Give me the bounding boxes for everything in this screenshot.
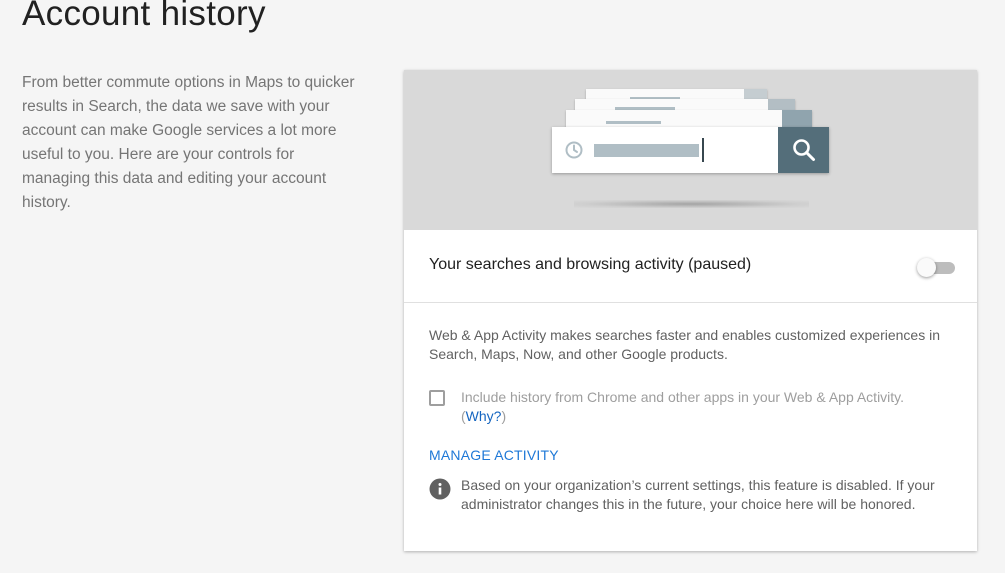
- illustration-shadow: [574, 200, 809, 208]
- include-history-checkbox[interactable]: [429, 390, 445, 406]
- query-placeholder-bar: [594, 144, 699, 157]
- activity-toggle-label: Your searches and browsing activity (pau…: [429, 256, 752, 273]
- activity-description: Web & App Activity makes searches faster…: [429, 327, 941, 362]
- text-cursor: [702, 138, 704, 162]
- manage-activity-link[interactable]: MANAGE ACTIVITY: [429, 447, 559, 463]
- activity-toggle-row[interactable]: Your searches and browsing activity (pau…: [404, 230, 977, 303]
- search-icon: [793, 139, 815, 161]
- disabled-notice-text: Based on your organization’s current set…: [461, 477, 935, 512]
- why-link[interactable]: Why?: [466, 408, 502, 424]
- activity-card: Your searches and browsing activity (pau…: [404, 70, 977, 551]
- page-title: Account history: [22, 0, 266, 33]
- include-history-label: Include history from Chrome and other ap…: [461, 389, 905, 424]
- intro-text: From better commute options in Maps to q…: [22, 74, 355, 211]
- activity-toggle-switch[interactable]: [917, 258, 955, 277]
- search-illustration: [404, 70, 977, 230]
- illustration-search-box: [552, 127, 829, 173]
- clock-icon: [565, 141, 583, 159]
- info-icon: [429, 478, 451, 500]
